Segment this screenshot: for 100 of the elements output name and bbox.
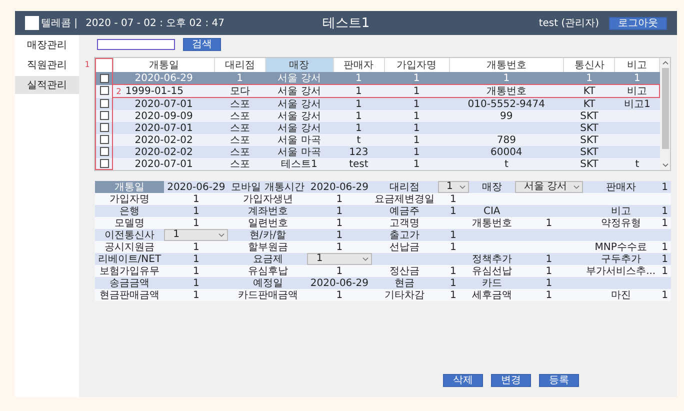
scroll-up-icon[interactable] xyxy=(662,60,668,65)
date-time: 2020 - 07 - 02 : 오후 02 : 47 xyxy=(86,17,224,30)
column-header[interactable]: 대리점 xyxy=(214,58,266,72)
field-label: 송금금액 xyxy=(94,277,164,289)
checkbox[interactable] xyxy=(100,159,109,168)
caret-icon xyxy=(218,232,226,238)
scroll-down-icon[interactable] xyxy=(662,163,668,168)
table-row[interactable]: 2020-02-02 스포 서울 마곡 t 1 789 SKT xyxy=(94,134,660,146)
field-label: 가입자명 xyxy=(94,193,164,205)
table-cell: 1 xyxy=(564,72,615,84)
field-label: 판매자 xyxy=(583,181,659,193)
dropdown[interactable]: 1 xyxy=(438,181,469,193)
column-header[interactable]: 비고 xyxy=(614,58,660,72)
table-cell: 스포 xyxy=(214,146,266,158)
dropdown[interactable]: 서울 강서 xyxy=(514,181,584,193)
table-cell: 개통번호 xyxy=(449,84,564,98)
field-value: 2020-06-29 xyxy=(307,181,372,193)
sidebar-item[interactable]: 직원관리 xyxy=(15,56,79,74)
field-value: 1 xyxy=(658,205,671,217)
action-button[interactable]: 변경 xyxy=(491,374,531,387)
field-value: 1 xyxy=(438,229,469,241)
field-label: 구두추가 xyxy=(583,253,659,265)
action-button[interactable]: 삭제 xyxy=(443,374,483,387)
table-cell: t xyxy=(614,158,660,170)
table-cell: 2020-02-02 xyxy=(113,134,214,146)
field-label: 공시지원금 xyxy=(94,241,164,253)
table-cell: 2020-07-01 xyxy=(113,98,214,110)
table-cell: 1 xyxy=(384,72,450,84)
table-cell: 비고 xyxy=(614,84,660,98)
field-label: 은행 xyxy=(94,205,164,217)
field-label: 보험가입유무 xyxy=(94,265,164,277)
table-cell: 스포 xyxy=(214,122,266,134)
table-cell: 1 xyxy=(384,158,450,170)
table-row[interactable]: 2020-02-02 스포 서울 마곡 123 1 60004 SKT xyxy=(94,146,660,158)
table-cell: 스포 xyxy=(214,134,266,146)
table-cell: 1 xyxy=(384,98,450,110)
checkbox[interactable] xyxy=(100,135,109,144)
table-cell: 서울 강서 xyxy=(265,84,334,98)
field-label: 대리점 xyxy=(372,181,438,193)
table-row[interactable]: 2020-09-09 스포 서울 강서 1 1 99 SKT xyxy=(94,110,660,122)
action-button[interactable]: 등록 xyxy=(539,374,579,387)
field-label: 카드판매금액 xyxy=(228,289,308,301)
table-row[interactable]: 2020-07-01 스포 테스트1 test 1 t SKT t xyxy=(94,158,660,170)
field-label: 카드 xyxy=(468,277,515,289)
logo-block xyxy=(25,16,39,30)
field-value: 1 xyxy=(514,217,584,229)
table-cell: 1 xyxy=(333,72,384,84)
checkbox[interactable] xyxy=(100,147,109,156)
dropdown[interactable]: 1 xyxy=(307,253,372,265)
table-row[interactable]: 2 1999-01-15 모다 서울 강서 1 1 개통번호 KT 비고 xyxy=(94,84,660,98)
table-cell: 2020-09-09 xyxy=(113,110,214,122)
sidebar-item[interactable]: 실적관리 xyxy=(15,76,79,94)
user-name: test (관리자) xyxy=(538,17,599,30)
field-value: 1 xyxy=(438,193,469,205)
table-cell: 스포 xyxy=(214,158,266,170)
logout-button[interactable]: 로그아웃 xyxy=(609,16,667,30)
search-field[interactable] xyxy=(96,39,175,50)
checkbox[interactable] xyxy=(100,123,109,132)
field-value: 1 xyxy=(164,241,228,253)
field-value: 1 xyxy=(307,289,372,301)
field-label: 세후금액 xyxy=(468,289,515,301)
table-cell: 스포 xyxy=(214,98,266,110)
caret-icon xyxy=(362,256,369,262)
column-header[interactable]: 가입자명 xyxy=(384,58,450,72)
field-label: 가입자생년 xyxy=(228,193,308,205)
column-header[interactable]: 매장 xyxy=(265,58,334,72)
checkbox[interactable] xyxy=(100,86,109,96)
search-button[interactable]: 검색 xyxy=(182,38,221,51)
table-cell: 1 xyxy=(384,122,450,134)
checkbox[interactable] xyxy=(100,99,109,108)
table-row[interactable]: 2020-07-01 스포 서울 강서 1 1 SKT xyxy=(94,122,660,134)
table-cell: t xyxy=(449,158,564,170)
column-header[interactable]: 개통번호 xyxy=(449,58,564,72)
field-label: 계좌번호 xyxy=(228,205,308,217)
field-value: 1 xyxy=(164,277,228,289)
table-cell: 1 xyxy=(384,84,450,98)
field-label: 선납금 xyxy=(372,241,438,253)
field-label: 할부원금 xyxy=(228,241,308,253)
sidebar-item[interactable]: 매장관리 xyxy=(15,36,79,54)
field-label: 고객명 xyxy=(372,217,438,229)
field-label: 부가서비스추... xyxy=(583,265,659,277)
field-value: 1 xyxy=(438,289,469,301)
annotation-number: 1 xyxy=(84,60,91,69)
table-row[interactable]: 2020-07-01 스포 서울 강서 1 1 010-5552-9474 KT 비고1 xyxy=(94,98,660,110)
field-value: 1 xyxy=(164,289,228,301)
column-header[interactable]: 통신사 xyxy=(564,58,615,72)
checkbox[interactable] xyxy=(100,111,109,120)
field-label: 비고 xyxy=(583,205,659,217)
field-label: 현/카/할 xyxy=(228,229,308,241)
table-cell: 2020-07-01 xyxy=(113,158,214,170)
column-header[interactable]: 개통일 xyxy=(113,58,214,72)
checkbox[interactable] xyxy=(100,74,109,83)
field-value: 1 xyxy=(307,241,372,253)
scrollbar[interactable] xyxy=(660,58,670,170)
table-cell: 1 xyxy=(214,72,266,84)
dropdown[interactable]: 1 xyxy=(164,229,228,241)
table-cell: SKT xyxy=(564,134,615,146)
table-cell: 1 xyxy=(333,84,384,98)
column-header[interactable]: 판매자 xyxy=(333,58,384,72)
field-label: 일련번호 xyxy=(228,217,308,229)
